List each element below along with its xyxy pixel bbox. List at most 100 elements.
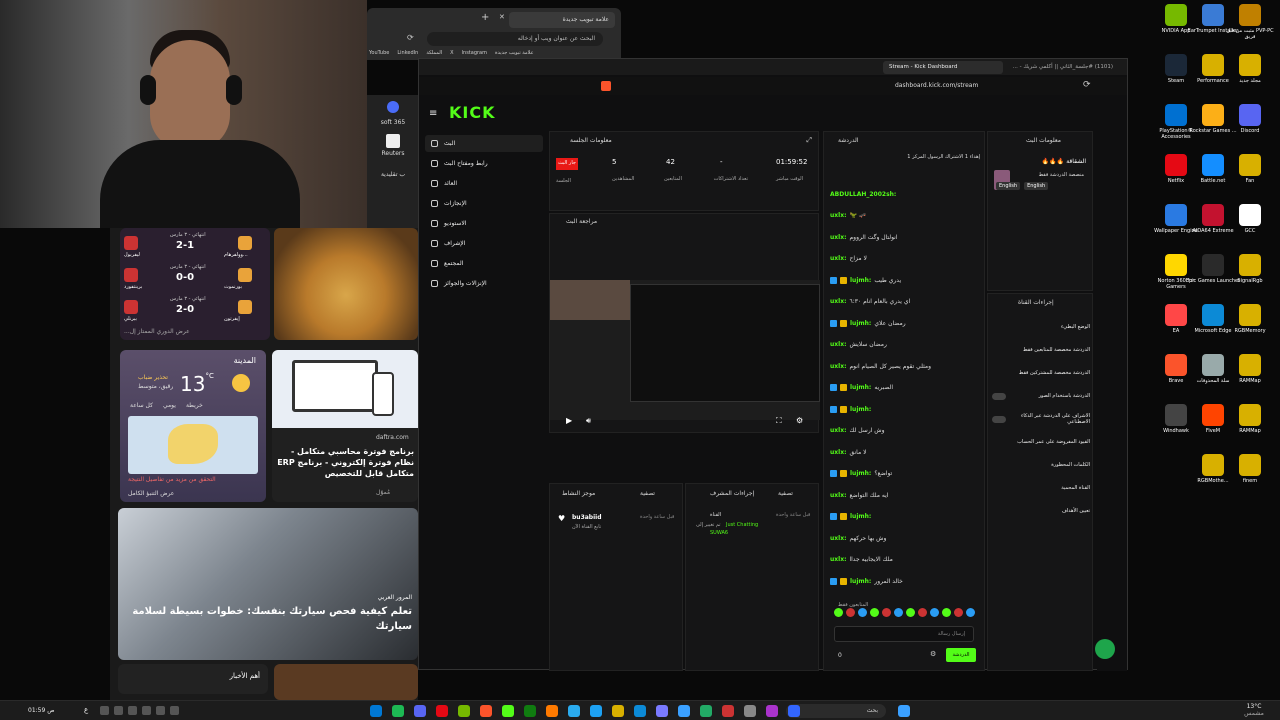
taskbar-app-icon[interactable]: [480, 705, 492, 717]
weather-tab[interactable]: كل ساعة: [130, 402, 153, 409]
chat-message[interactable]: lujmh: تواضع؟: [830, 466, 980, 482]
desktop-icon[interactable]: finem: [1222, 454, 1278, 484]
channel-action-item[interactable]: الدردشة مخصصة للمتابعين فقط: [992, 341, 1090, 359]
chat-message[interactable]: ABDULLAH_2002sh:: [830, 186, 980, 202]
desktop-icon[interactable]: مثبت من قبل PVP-PC فريق: [1222, 4, 1278, 40]
taskbar-search[interactable]: بحث: [786, 704, 886, 718]
chat-username[interactable]: uxlx:: [830, 427, 846, 434]
league-link[interactable]: عرض الدوري الممتاز إل...: [124, 328, 264, 335]
brave-shield-icon[interactable]: [601, 81, 611, 91]
forecast-link[interactable]: عرض التنبؤ الكامل: [128, 490, 258, 497]
nav-item[interactable]: المجتمع: [425, 255, 543, 272]
chat-settings-icon[interactable]: ⚙: [930, 650, 936, 658]
chat-username[interactable]: uxlx:: [830, 234, 846, 241]
desktop-icon[interactable]: RAMMap: [1222, 354, 1278, 384]
coffee-image[interactable]: [274, 664, 418, 700]
nav-item[interactable]: الإنجازات: [425, 195, 543, 212]
desktop-icon[interactable]: RGBMemory: [1222, 304, 1278, 334]
chat-username[interactable]: lujmh:: [850, 578, 871, 585]
reload-icon-main[interactable]: ⟳: [1083, 80, 1091, 90]
close-tab-icon[interactable]: ✕: [499, 13, 505, 21]
desktop-icon[interactable]: GCC: [1222, 204, 1278, 234]
chat-message[interactable]: uxlx: 🛹 🦖: [830, 208, 980, 224]
chat-username[interactable]: uxlx:: [830, 363, 846, 370]
channel-action-item[interactable]: الكلمات المحظورة: [992, 456, 1090, 474]
tray-icon[interactable]: [170, 706, 179, 715]
chat-message[interactable]: uxlx: وش ارسل لك: [830, 423, 980, 439]
taskbar-app-icon[interactable]: [612, 705, 624, 717]
nav-item[interactable]: الاستوديو: [425, 215, 543, 232]
chat-username[interactable]: uxlx:: [830, 212, 846, 219]
emote-icon[interactable]: [942, 608, 951, 617]
chat-username[interactable]: lujmh:: [850, 406, 871, 413]
fullscreen-icon[interactable]: ⛶: [776, 416, 782, 426]
chat-message[interactable]: uxlx: وش بها حركهم: [830, 530, 980, 546]
taskbar-lang[interactable]: ع: [84, 706, 88, 714]
preview-video[interactable]: [550, 280, 820, 420]
taskbar-app-icon[interactable]: [722, 705, 734, 717]
feed-user[interactable]: bu3abiid: [572, 514, 602, 521]
chat-message[interactable]: uxlx: ومثلي تقوم يصير كل الصيام انوم: [830, 358, 980, 374]
taskbar-app-icon[interactable]: [458, 705, 470, 717]
emote-icon[interactable]: [846, 608, 855, 617]
desktop-icon[interactable]: SignalRgb: [1222, 254, 1278, 284]
chat-message[interactable]: uxlx: انولتال وگت الرووم: [830, 229, 980, 245]
chat-message[interactable]: lujmh: خالد المرور: [830, 573, 980, 589]
emote-icon[interactable]: [918, 608, 927, 617]
taskbar-app-icon[interactable]: [370, 705, 382, 717]
start-button[interactable]: [898, 705, 910, 717]
chat-message[interactable]: uxlx: رمضان سلايش: [830, 337, 980, 353]
emote-icon[interactable]: [870, 608, 879, 617]
match-row[interactable]: بيرنلي إيفرتون انتهائي - ٣ مارس 2-0: [120, 294, 270, 324]
emote-icon[interactable]: [858, 608, 867, 617]
chat-username[interactable]: uxlx:: [830, 492, 846, 499]
back-browser-window[interactable]: علامة تبويب جديدة + ✕ البحث عن عنوان ويب…: [367, 8, 621, 60]
emote-icon[interactable]: [954, 608, 963, 617]
emote-icon[interactable]: [906, 608, 915, 617]
tray-icon[interactable]: [156, 706, 165, 715]
new-tab-icon[interactable]: +: [481, 12, 489, 23]
expand-icon[interactable]: ⤢: [806, 136, 812, 145]
channel-action-item[interactable]: الوضع البطيء: [992, 318, 1090, 336]
feed-filter[interactable]: تصفية: [640, 490, 655, 497]
taskbar-app-icon[interactable]: [414, 705, 426, 717]
nav-item[interactable]: رابط ومفتاح البث: [425, 155, 543, 172]
channel-action-item[interactable]: الدردشة باستخدام الصور: [992, 387, 1090, 405]
taskbar-app-icon[interactable]: [436, 705, 448, 717]
tab-kick[interactable]: Stream - Kick Dashboard: [883, 61, 1003, 74]
bookmark-item[interactable]: LinkedIn: [397, 50, 418, 60]
settings-icon[interactable]: ⚙: [796, 416, 803, 425]
chat-message[interactable]: lujmh: رمضان علاي: [830, 315, 980, 331]
chat-username[interactable]: uxlx:: [830, 341, 846, 348]
chat-message[interactable]: lujmh:: [830, 509, 980, 525]
emote-icon[interactable]: [966, 608, 975, 617]
chat-message[interactable]: lujmh: يدري طيب: [830, 272, 980, 288]
taskbar-app-icon[interactable]: [788, 705, 800, 717]
chat-message[interactable]: uxlx: ايه ملك التواضع: [830, 487, 980, 503]
emote-icon[interactable]: [894, 608, 903, 617]
chat-message[interactable]: uxlx: لا مزاح: [830, 251, 980, 267]
football-card[interactable]: ليفربول وولفرهام... انتهائي - ٣ مارس 2-1 بري…: [120, 228, 270, 340]
menu-icon[interactable]: ≡: [429, 108, 437, 119]
chat-username[interactable]: uxlx:: [830, 535, 846, 542]
taskbar-clock[interactable]: 01:59 ص: [28, 707, 54, 714]
play-icon[interactable]: ▶: [566, 416, 572, 425]
ad-title[interactable]: برنامج فوترة محاسبي متكامل - نظام فوترة …: [276, 446, 414, 479]
chat-username[interactable]: lujmh:: [850, 513, 871, 520]
channel-action-item[interactable]: تعيين الأهداف: [992, 502, 1090, 520]
emote-icon[interactable]: [834, 608, 843, 617]
chat-username[interactable]: lujmh:: [850, 384, 871, 391]
toggle-switch[interactable]: [992, 392, 1006, 400]
channel-action-item[interactable]: الدردشة مخصصة للمشتركين فقط: [992, 364, 1090, 382]
match-row[interactable]: ليفربول وولفرهام... انتهائي - ٣ مارس 2-1: [120, 230, 270, 260]
mod-filter[interactable]: تصفية: [778, 490, 793, 497]
taskbar-app-icon[interactable]: [700, 705, 712, 717]
back-tab[interactable]: علامة تبويب جديدة: [509, 12, 615, 28]
chat-username[interactable]: uxlx:: [830, 449, 846, 456]
chat-input[interactable]: إرسال رسالة: [834, 626, 974, 642]
nav-item[interactable]: العائد: [425, 175, 543, 192]
tray-icon[interactable]: [100, 706, 109, 715]
nav-item[interactable]: الإشراف: [425, 235, 543, 252]
toggle-switch[interactable]: [992, 415, 1006, 423]
desktop-icon[interactable]: RAMMap: [1222, 404, 1278, 434]
